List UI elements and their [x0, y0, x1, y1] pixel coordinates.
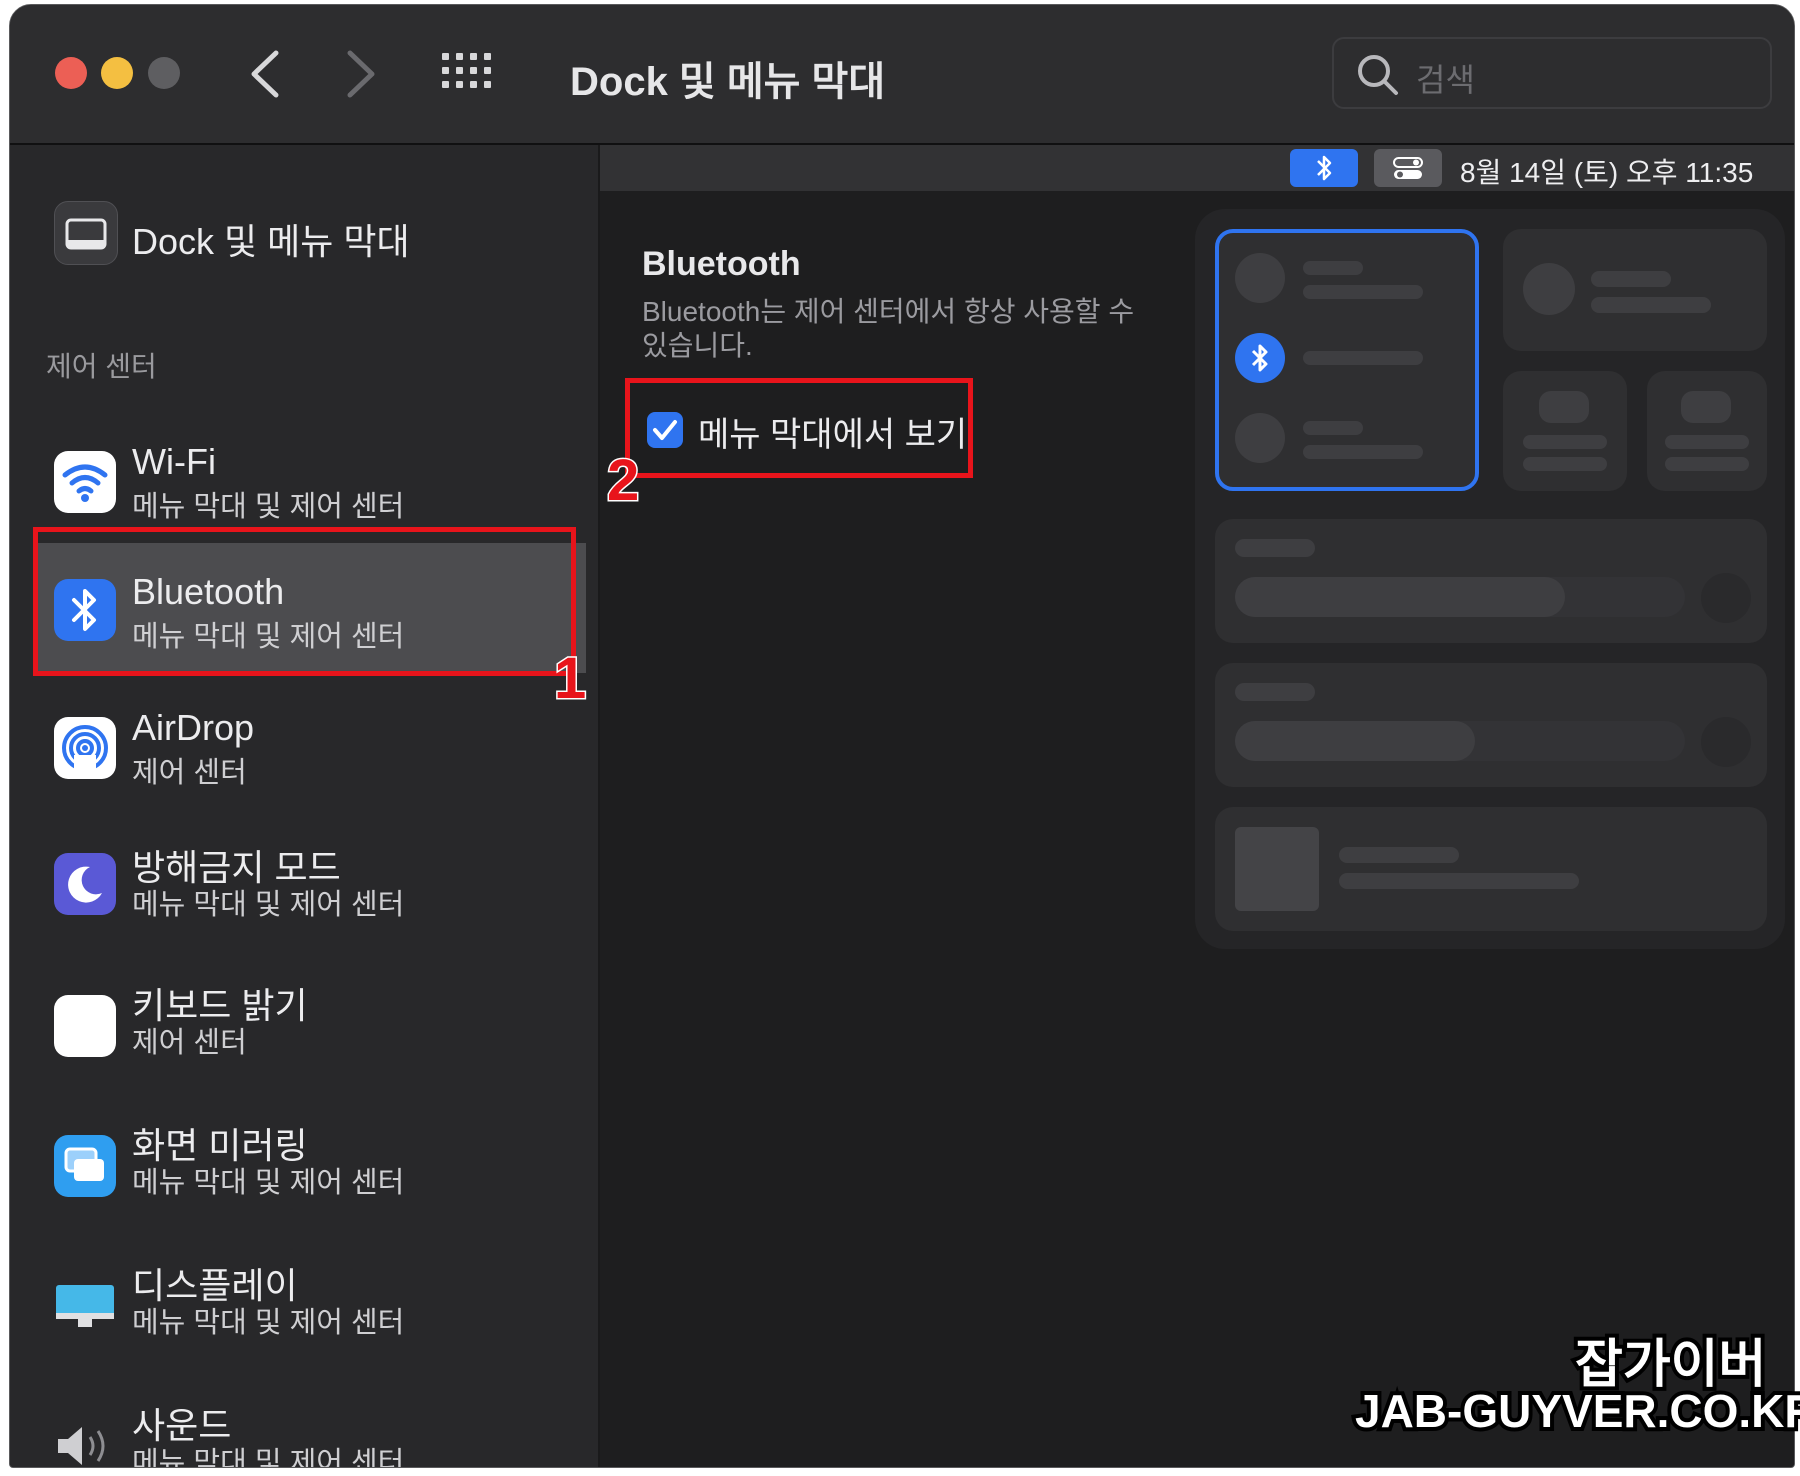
- sidebar-item-subtitle: 메뉴 막대 및 제어 센터: [132, 491, 405, 523]
- watermark-url: JAB-GUYVER.CO.KR: [1351, 1381, 1800, 1441]
- annotation-number-2: 2: [605, 447, 640, 515]
- sidebar-item-sound[interactable]: 사운드 메뉴 막대 및 제어 센터: [10, 1393, 598, 1468]
- sidebar-item-subtitle: 메뉴 막대 및 제어 센터: [132, 1307, 405, 1339]
- screen-mirroring-icon: [54, 1135, 116, 1197]
- menubar-clock: 8월 14일 (토) 오후 11:35: [1460, 157, 1754, 188]
- sidebar-item-display[interactable]: 디스플레이 메뉴 막대 및 제어 센터: [10, 1253, 598, 1383]
- menubar-bluetooth-icon: [1290, 149, 1358, 187]
- sidebar-item-subtitle: 메뉴 막대 및 제어 센터: [132, 1447, 405, 1468]
- dock-icon: [54, 201, 118, 265]
- bluetooth-description: Bluetooth는 제어 센터에서 항상 사용할 수 있습니다.: [642, 296, 1135, 361]
- keyboard-brightness-icon: [54, 995, 116, 1057]
- connectivity-tile: [1215, 229, 1479, 491]
- speaker-icon: [54, 1415, 116, 1467]
- search-icon: [1358, 55, 1398, 95]
- close-window-button[interactable]: [55, 57, 87, 89]
- main-pane: 8월 14일 (토) 오후 11:35 Bluetooth Bluetooth는…: [600, 145, 1794, 1467]
- search-placeholder: 검색: [1416, 62, 1475, 98]
- preview-bluetooth-icon: [1235, 333, 1285, 383]
- sidebar-item-subtitle: 메뉴 막대 및 제어 센터: [132, 889, 405, 921]
- annotation-number-1: 1: [552, 645, 587, 713]
- zoom-window-button[interactable]: [148, 57, 180, 89]
- sidebar-item-subtitle: 제어 센터: [132, 1027, 247, 1059]
- sidebar-item-airdrop[interactable]: AirDrop 제어 센터: [10, 693, 598, 823]
- sidebar-item-title: Wi-Fi: [132, 441, 216, 482]
- moon-icon: [54, 853, 116, 915]
- display-icon: [54, 1275, 116, 1337]
- control-center-icon: [1374, 149, 1442, 187]
- minimize-window-button[interactable]: [101, 57, 133, 89]
- search-field[interactable]: 검색: [1332, 37, 1772, 109]
- title-bar: Dock 및 메뉴 막대 검색: [10, 5, 1794, 145]
- show-all-grid-icon[interactable]: [442, 53, 492, 93]
- wifi-icon: [54, 451, 116, 513]
- sidebar-item-title: AirDrop: [132, 707, 255, 748]
- bluetooth-heading: Bluetooth: [642, 245, 801, 283]
- window-title: Dock 및 메뉴 막대: [570, 60, 886, 104]
- sidebar-item-screen-mirroring[interactable]: 화면 미러링 메뉴 막대 및 제어 센터: [10, 1113, 598, 1243]
- sidebar-item-subtitle: 메뉴 막대 및 제어 센터: [132, 1167, 405, 1199]
- annotation-box-1: [33, 527, 576, 676]
- settings-window: Dock 및 메뉴 막대 검색 Dock 및 메뉴 막대 제어 센터 Wi-Fi…: [9, 4, 1795, 1468]
- annotation-box-2: [625, 378, 973, 478]
- sidebar-item-subtitle: 제어 센터: [132, 757, 247, 789]
- forward-chevron-icon[interactable]: [344, 49, 378, 99]
- section-header-control-center: 제어 센터: [46, 351, 157, 382]
- sidebar-item-keyboard-brightness[interactable]: 키보드 밝기 제어 센터: [10, 973, 598, 1103]
- sidebar-item-do-not-disturb[interactable]: 방해금지 모드 메뉴 막대 및 제어 센터: [10, 833, 598, 963]
- control-center-preview: [1195, 209, 1785, 949]
- sidebar-item-dock[interactable]: Dock 및 메뉴 막대: [10, 185, 598, 285]
- sidebar: Dock 및 메뉴 막대 제어 센터 Wi-Fi 메뉴 막대 및 제어 센터 B…: [10, 145, 600, 1468]
- menubar-preview: 8월 14일 (토) 오후 11:35: [600, 145, 1794, 191]
- back-chevron-icon[interactable]: [248, 49, 282, 99]
- airdrop-icon: [54, 717, 116, 779]
- sidebar-item-label: Dock 및 메뉴 막대: [132, 221, 410, 262]
